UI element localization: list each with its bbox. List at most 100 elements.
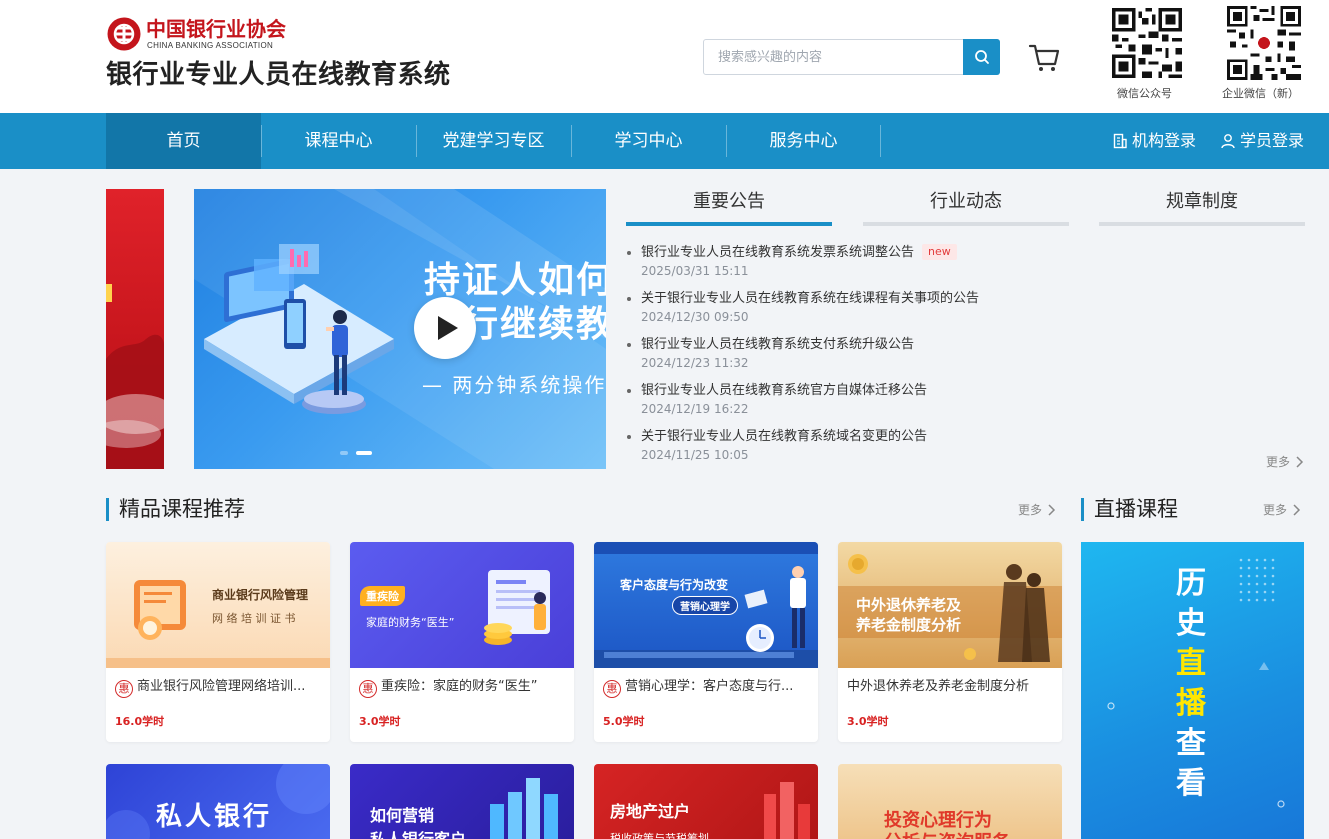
- carousel-dot-1[interactable]: [340, 451, 348, 455]
- more-label: 更多: [1018, 503, 1043, 517]
- course-name: 惠营销心理学：客户态度与行...: [603, 678, 813, 698]
- course-card[interactable]: 房地产过户 税收政策与节税筹划: [594, 764, 818, 839]
- course-name: 惠重疾险：家庭的财务“医生”: [359, 678, 569, 698]
- thumbnail-text-2: 网 络 培 训 证 书: [212, 612, 296, 625]
- course-name-text: 营销心理学：客户态度与行...: [625, 679, 794, 694]
- thumbnail-tag: 营销心理学: [672, 596, 738, 615]
- discount-badge: 惠: [603, 680, 621, 698]
- notice-date: 2024/11/25 10:05: [641, 448, 749, 462]
- live-replay-banner[interactable]: 历 史 直 播 查 看: [1081, 542, 1304, 839]
- course-name-text: 重疾险：家庭的财务“医生”: [381, 679, 538, 694]
- notice-item[interactable]: 银行业专业人员在线教育系统官方自媒体迁移公告 2024/12/19 16:22: [626, 382, 1306, 416]
- course-thumbnail: 商业银行风险管理 网 络 培 训 证 书: [106, 542, 330, 668]
- course-card[interactable]: 私人银行: [106, 764, 330, 839]
- course-thumbnail: 客户态度与行为改变 营销心理学: [594, 542, 818, 668]
- notice-title[interactable]: 关于银行业专业人员在线教育系统在线课程有关事项的公告: [626, 290, 1306, 308]
- course-name-text: 商业银行风险管理网络培训...: [137, 679, 306, 694]
- student-login-button[interactable]: 学员登录: [1220, 113, 1304, 169]
- nav-separator: [880, 125, 881, 157]
- notice-title[interactable]: 银行业专业人员在线教育系统支付系统升级公告: [626, 336, 1306, 354]
- chevron-right-icon: [1293, 504, 1300, 516]
- notice-title[interactable]: 关于银行业专业人员在线教育系统域名变更的公告: [626, 428, 1306, 446]
- nav-item-service-center[interactable]: 服务中心: [726, 113, 881, 169]
- search-input[interactable]: [704, 40, 963, 74]
- notices-more-link[interactable]: 更多: [1266, 453, 1304, 470]
- notice-date: 2024/12/23 11:32: [641, 356, 749, 370]
- search-icon: [974, 50, 989, 64]
- notice-title[interactable]: 银行业专业人员在线教育系统发票系统调整公告 new: [626, 244, 1306, 262]
- org-name: 中国银行业协会: [146, 17, 286, 41]
- thumbnail-text-1: 商业银行风险管理: [212, 588, 309, 602]
- nav-item-home[interactable]: 首页: [106, 113, 261, 169]
- thumbnail-text-1: 房地产过户: [610, 802, 691, 821]
- main-nav: 首页 课程中心 党建学习专区 学习中心 服务中心 机构登录 学员登录: [0, 113, 1329, 169]
- course-hours: 3.0学时: [847, 715, 889, 728]
- search-box: [703, 39, 1000, 75]
- thumbnail-text-1: 中外退休养老及: [856, 596, 962, 614]
- live-banner-char: 查: [1176, 726, 1206, 761]
- tab-underline: [1099, 222, 1305, 226]
- banner-prev-slide-peek[interactable]: [106, 189, 164, 469]
- tab-label: 重要公告: [693, 191, 765, 212]
- notice-title-text: 银行业专业人员在线教育系统发票系统调整公告: [641, 245, 915, 260]
- course-card[interactable]: 商业银行风险管理 网 络 培 训 证 书 惠商业银行风险管理网络培训... 16…: [106, 542, 330, 742]
- course-hours: 5.0学时: [603, 715, 645, 728]
- org-login-label: 机构登录: [1132, 131, 1197, 150]
- notice-item[interactable]: 银行业专业人员在线教育系统发票系统调整公告 new 2025/03/31 15:1…: [626, 244, 1306, 278]
- tab-label: 规章制度: [1166, 191, 1238, 212]
- system-title: 银行业专业人员在线教育系统: [106, 60, 451, 90]
- cart-icon[interactable]: [1027, 40, 1061, 74]
- new-badge: new: [922, 244, 957, 260]
- course-name: 中外退休养老及养老金制度分析: [847, 679, 1030, 694]
- courses-more-link[interactable]: 更多: [1018, 501, 1056, 518]
- live-more-link[interactable]: 更多: [1263, 501, 1301, 518]
- nav-item-party-study[interactable]: 党建学习专区: [416, 113, 571, 169]
- org-name-en: CHINA BANKING ASSOCIATION: [147, 41, 274, 50]
- live-banner-char: 播: [1176, 686, 1206, 721]
- live-banner-char: 历: [1176, 566, 1206, 601]
- course-card[interactable]: 客户态度与行为改变 营销心理学 惠营销心理学：客户态度与行... 5.0学时: [594, 542, 818, 742]
- banner-subheadline: — 两分钟系统操作介: [422, 373, 606, 397]
- thumbnail-tag: 重疾险: [360, 586, 405, 606]
- thumbnail-text-1: 客户态度与行为改变: [620, 578, 729, 592]
- thumbnail-text-2: 分析与咨询服务: [884, 828, 1010, 839]
- certificate-illustration: [106, 580, 330, 668]
- play-video-button[interactable]: [414, 297, 476, 359]
- notice-date: 2024/12/19 16:22: [641, 402, 749, 416]
- enterprise-wechat-qr-label: 企业微信（新）: [1222, 87, 1299, 100]
- notice-item[interactable]: 银行业专业人员在线教育系统支付系统升级公告 2024/12/23 11:32: [626, 336, 1306, 370]
- nav-item-learning-center[interactable]: 学习中心: [571, 113, 726, 169]
- notice-item[interactable]: 关于银行业专业人员在线教育系统在线课程有关事项的公告 2024/12/30 09…: [626, 290, 1306, 324]
- hero-banner[interactable]: 持证人如何 进行继续教 — 两分钟系统操作介: [194, 189, 606, 469]
- tab-label: 行业动态: [930, 191, 1002, 212]
- tab-regulations[interactable]: 规章制度: [1099, 189, 1305, 226]
- course-card[interactable]: 重疾险 家庭的财务“医生” 惠重疾险：家庭的财务“医生” 3.0学时: [350, 542, 574, 742]
- live-banner-char: 看: [1176, 766, 1206, 801]
- carousel-dot-2[interactable]: [356, 451, 372, 455]
- nav-item-course-center[interactable]: 课程中心: [261, 113, 416, 169]
- course-hours: 16.0学时: [115, 715, 165, 728]
- search-button[interactable]: [963, 39, 1000, 75]
- thumbnail-text-1: 如何营销: [370, 806, 435, 825]
- org-login-button[interactable]: 机构登录: [1112, 113, 1196, 169]
- live-banner-char: 直: [1176, 646, 1206, 681]
- course-card[interactable]: 如何营销 私人银行客户: [350, 764, 574, 839]
- featured-courses-title: 精品课程推荐: [106, 498, 245, 521]
- more-label: 更多: [1266, 455, 1291, 469]
- tab-important-notices[interactable]: 重要公告: [626, 189, 832, 226]
- discount-badge: 惠: [359, 680, 377, 698]
- student-login-label: 学员登录: [1240, 131, 1305, 150]
- course-card[interactable]: 中外退休养老及 养老金制度分析 中外退休养老及养老金制度分析 3.0学时: [838, 542, 1062, 742]
- tab-industry-news[interactable]: 行业动态: [863, 189, 1069, 226]
- course-name: 惠商业银行风险管理网络培训...: [115, 678, 325, 698]
- notice-title[interactable]: 银行业专业人员在线教育系统官方自媒体迁移公告: [626, 382, 1306, 400]
- wechat-qr-label: 微信公众号: [1117, 87, 1172, 100]
- notice-date: 2024/12/30 09:50: [641, 310, 749, 324]
- course-card[interactable]: 投资心理行为 分析与咨询服务: [838, 764, 1062, 839]
- course-thumbnail: 中外退休养老及 养老金制度分析: [838, 542, 1062, 668]
- tab-underline: [863, 222, 1069, 226]
- notice-item[interactable]: 关于银行业专业人员在线教育系统域名变更的公告 2024/11/25 10:05: [626, 428, 1306, 462]
- course-hours: 3.0学时: [359, 715, 401, 728]
- chevron-right-icon: [1048, 504, 1055, 516]
- site-header: 中国银行业协会 CHINA BANKING ASSOCIATION 银行业专业人…: [0, 0, 1329, 113]
